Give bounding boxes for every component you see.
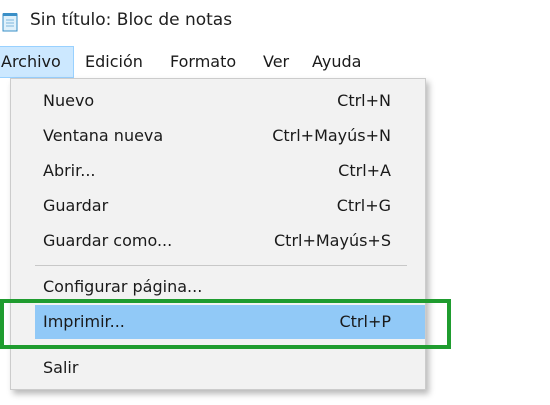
menu-item-abrir[interactable]: Abrir... Ctrl+A <box>11 154 425 188</box>
menu-archivo[interactable]: Archivo <box>0 46 74 78</box>
menu-item-shortcut: Ctrl+A <box>338 161 391 180</box>
highlight-annotation-frame <box>0 299 451 349</box>
menu-ayuda[interactable]: Ayuda <box>312 46 361 78</box>
menu-item-label: Abrir... <box>43 161 96 180</box>
menu-item-shortcut: Ctrl+G <box>336 196 391 215</box>
menu-ver[interactable]: Ver <box>263 46 289 78</box>
menu-item-ventana-nueva[interactable]: Ventana nueva Ctrl+Mayús+N <box>11 119 425 153</box>
menu-formato[interactable]: Formato <box>170 46 236 78</box>
menu-item-label: Ventana nueva <box>43 126 164 145</box>
notepad-icon <box>2 13 18 32</box>
menu-edicion[interactable]: Edición <box>85 46 143 78</box>
menu-item-salir[interactable]: Salir <box>11 351 425 385</box>
menu-item-shortcut: Ctrl+Mayús+S <box>274 231 391 250</box>
title-bar: Sin título: Bloc de notas <box>0 0 550 44</box>
menu-item-guardar[interactable]: Guardar Ctrl+G <box>11 189 425 223</box>
menu-item-label: Guardar <box>43 196 109 215</box>
menu-item-label: Guardar como... <box>43 231 173 250</box>
menu-item-guardar-como[interactable]: Guardar como... Ctrl+Mayús+S <box>11 224 425 258</box>
menu-separator <box>35 265 407 266</box>
menu-item-label: Salir <box>43 358 79 377</box>
menu-bar: Archivo Edición Formato Ver Ayuda <box>0 46 550 78</box>
menu-item-shortcut: Ctrl+Mayús+N <box>272 126 391 145</box>
menu-item-shortcut: Ctrl+N <box>337 91 391 110</box>
notepad-window: Sin título: Bloc de notas Archivo Edició… <box>0 0 550 405</box>
menu-item-nuevo[interactable]: Nuevo Ctrl+N <box>11 84 425 118</box>
menu-item-label: Nuevo <box>43 91 95 110</box>
window-title: Sin título: Bloc de notas <box>30 10 233 30</box>
